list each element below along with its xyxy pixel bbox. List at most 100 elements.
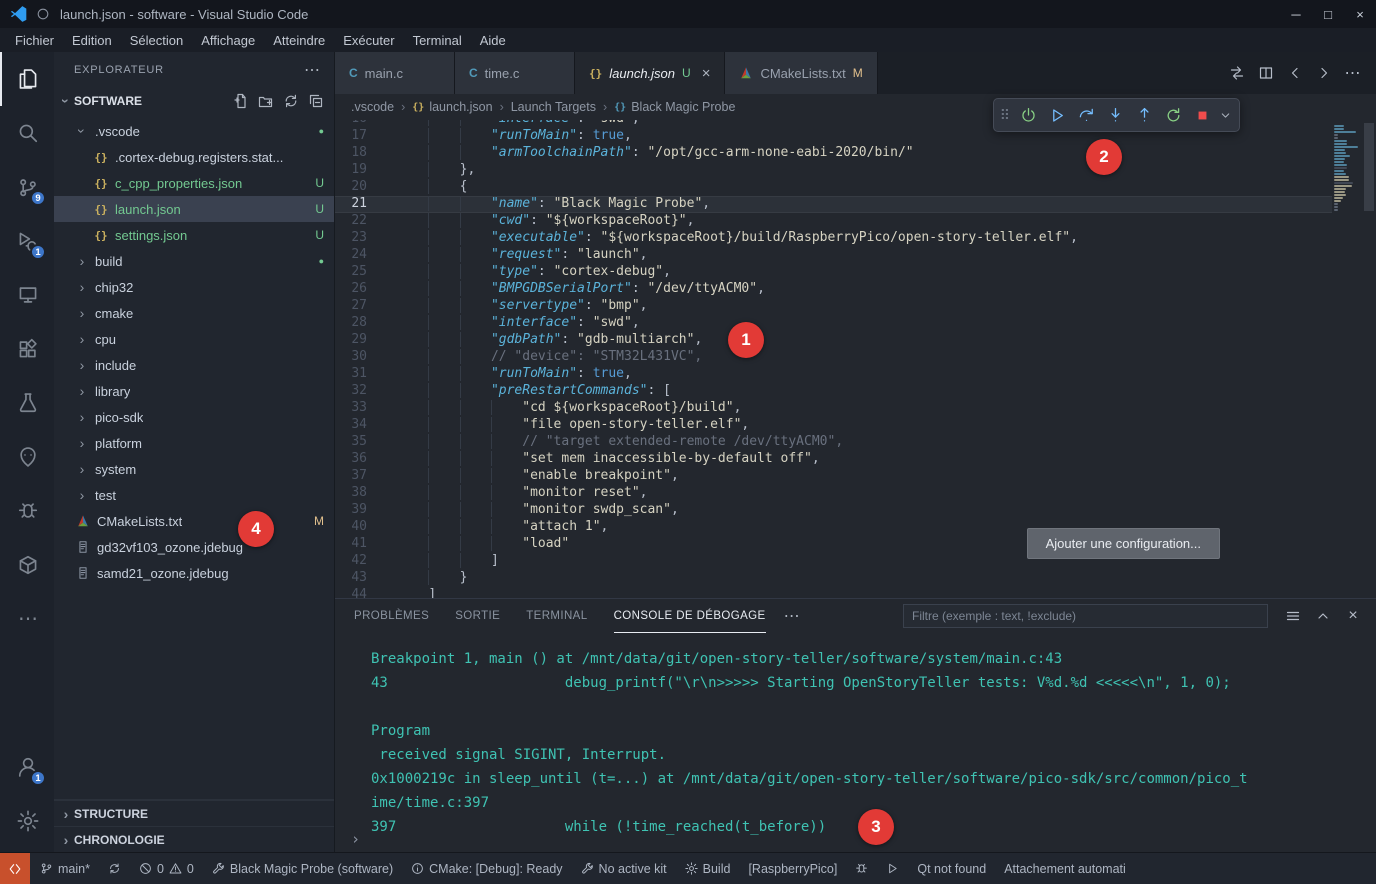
new-file-icon[interactable] xyxy=(233,93,249,109)
menu-fichier[interactable]: Fichier xyxy=(6,30,63,51)
menu-terminal[interactable]: Terminal xyxy=(404,30,471,51)
tree-item-pico-sdk[interactable]: ›pico-sdk xyxy=(54,404,334,430)
panel-tab-sortie[interactable]: SORTIE xyxy=(455,599,500,633)
status-no-active-kit[interactable]: No active kit xyxy=(581,862,667,876)
tree-item-cpu[interactable]: ›cpu xyxy=(54,326,334,352)
activity-alien[interactable] xyxy=(0,430,54,484)
editor[interactable]: 16 "interface": "swd",17 "runToMain": tr… xyxy=(335,120,1376,598)
status-0[interactable]: 00 xyxy=(139,862,194,876)
breadcrumb-launch-targets[interactable]: Launch Targets xyxy=(511,100,596,114)
breadcrumb-vscode[interactable]: .vscode xyxy=(351,100,394,114)
activity-bug[interactable] xyxy=(0,484,54,538)
navigate-forward-icon[interactable] xyxy=(1310,60,1337,87)
console-options-icon[interactable] xyxy=(1282,605,1304,627)
sidebar-more-icon[interactable]: ⋯ xyxy=(304,60,320,80)
activity-source-control[interactable]: 9 xyxy=(0,160,54,214)
tree-item-launch-json[interactable]: {}launch.jsonU xyxy=(54,196,334,222)
tab-time-c[interactable]: Ctime.c xyxy=(455,52,575,94)
tree-item-build[interactable]: ›build● xyxy=(54,248,334,274)
panel-tab-probl-mes[interactable]: PROBLÈMES xyxy=(354,599,429,633)
debug-step-out-button[interactable] xyxy=(1130,102,1159,128)
tree-item-cmakelists-txt[interactable]: CMakeLists.txtM xyxy=(54,508,334,534)
remote-indicator[interactable] xyxy=(0,853,30,884)
debug-step-over-button[interactable] xyxy=(1072,102,1101,128)
tree-item-include[interactable]: ›include xyxy=(54,352,334,378)
panel-tab-terminal[interactable]: TERMINAL xyxy=(526,599,587,633)
tree-item-test[interactable]: ›test xyxy=(54,482,334,508)
activity-search[interactable] xyxy=(0,106,54,160)
menu-ex-cuter[interactable]: Exécuter xyxy=(334,30,403,51)
debug-restart-button[interactable] xyxy=(1159,102,1188,128)
activity-remote-explorer[interactable] xyxy=(0,268,54,322)
panel-tab-console-de-d-bogage[interactable]: CONSOLE DE DÉBOGAGE xyxy=(614,599,766,633)
maximize-panel-icon[interactable] xyxy=(1312,605,1334,627)
tree-item-c-cpp-properties-json[interactable]: {}c_cpp_properties.jsonU xyxy=(54,170,334,196)
tree-item-samd21-ozone-jdebug[interactable]: samd21_ozone.jdebug xyxy=(54,560,334,586)
tree-item-vscode[interactable]: ›.vscode● xyxy=(54,118,334,144)
new-folder-icon[interactable] xyxy=(258,93,274,109)
activity-test-beaker[interactable] xyxy=(0,376,54,430)
menu-affichage[interactable]: Affichage xyxy=(192,30,264,51)
status-bug[interactable] xyxy=(855,862,868,875)
debug-filter-input[interactable] xyxy=(903,604,1268,628)
debug-stop-button[interactable] xyxy=(1188,102,1217,128)
status-play[interactable] xyxy=(886,862,899,875)
minimize-button[interactable]: ─ xyxy=(1280,0,1312,28)
debug-continue-button[interactable] xyxy=(1043,102,1072,128)
breadcrumb-launch-json[interactable]: {}launch.json xyxy=(412,100,492,114)
add-configuration-button[interactable]: Ajouter une configuration... xyxy=(1027,528,1220,559)
activity-extensions[interactable] xyxy=(0,322,54,376)
drag-handle-icon[interactable]: ⠿ xyxy=(1000,107,1010,124)
tree-item-platform[interactable]: ›platform xyxy=(54,430,334,456)
code-area[interactable]: 16 "interface": "swd",17 "runToMain": tr… xyxy=(335,120,1332,598)
split-editor-icon[interactable] xyxy=(1252,60,1279,87)
activity-account[interactable]: 1 xyxy=(0,740,54,794)
breadcrumb-black-magic-probe[interactable]: {}Black Magic Probe xyxy=(614,100,735,114)
status-cmake-debug-ready[interactable]: CMake: [Debug]: Ready xyxy=(411,862,562,876)
status-sync[interactable] xyxy=(108,862,121,875)
activity-more[interactable]: ⋯ xyxy=(0,592,54,646)
tree-item-library[interactable]: ›library xyxy=(54,378,334,404)
tree-item-chip32[interactable]: ›chip32 xyxy=(54,274,334,300)
collapse-all-icon[interactable] xyxy=(308,93,324,109)
minimap[interactable] xyxy=(1332,120,1362,598)
tab-main-c[interactable]: Cmain.c xyxy=(335,52,455,94)
section-chronologie[interactable]: › CHRONOLOGIE xyxy=(54,826,334,852)
debug-power-button[interactable] xyxy=(1014,102,1043,128)
refresh-icon[interactable] xyxy=(283,93,299,109)
status-build[interactable]: Build xyxy=(685,862,731,876)
menu-s-lection[interactable]: Sélection xyxy=(121,30,192,51)
more-actions-icon[interactable]: ⋯ xyxy=(1339,60,1366,87)
section-structure[interactable]: › STRUCTURE xyxy=(54,800,334,826)
tree-item-cortex-debug-registers-stat[interactable]: {}.cortex-debug.registers.stat... xyxy=(54,144,334,170)
debug-console[interactable]: Breakpoint 1, main () at /mnt/data/git/o… xyxy=(335,633,1376,852)
status-black-magic-probe-software[interactable]: Black Magic Probe (software) xyxy=(212,862,393,876)
chevron-down-icon[interactable] xyxy=(1219,109,1232,122)
activity-explorer[interactable] xyxy=(0,52,54,106)
panel-more-icon[interactable]: ⋯ xyxy=(784,606,800,626)
status-raspberrypico[interactable]: [RaspberryPico] xyxy=(748,862,837,876)
tree-item-system[interactable]: ›system xyxy=(54,456,334,482)
menu-atteindre[interactable]: Atteindre xyxy=(264,30,334,51)
status-qt-not-found[interactable]: Qt not found xyxy=(917,862,986,876)
menu-edition[interactable]: Edition xyxy=(63,30,121,51)
tab-launch-json[interactable]: {}launch.jsonU× xyxy=(575,52,725,94)
scrollbar-thumb[interactable] xyxy=(1364,123,1374,211)
menu-aide[interactable]: Aide xyxy=(471,30,515,51)
close-window-button[interactable]: × xyxy=(1344,0,1376,28)
section-software[interactable]: › SOFTWARE xyxy=(54,87,334,114)
activity-settings-gear[interactable] xyxy=(0,794,54,848)
tree-item-gd32vf103-ozone-jdebug[interactable]: gd32vf103_ozone.jdebug xyxy=(54,534,334,560)
status-main[interactable]: main* xyxy=(40,862,90,876)
compare-changes-icon[interactable] xyxy=(1223,60,1250,87)
close-panel-icon[interactable]: × xyxy=(1342,605,1364,627)
maximize-button[interactable]: □ xyxy=(1312,0,1344,28)
activity-run-debug[interactable]: 1 xyxy=(0,214,54,268)
status-attachement-automati[interactable]: Attachement automati xyxy=(1004,862,1126,876)
tree-item-cmake[interactable]: ›cmake xyxy=(54,300,334,326)
close-tab-icon[interactable]: × xyxy=(702,65,711,82)
activity-package[interactable] xyxy=(0,538,54,592)
navigate-back-icon[interactable] xyxy=(1281,60,1308,87)
tab-cmakelists-txt[interactable]: CMakeLists.txtM xyxy=(725,52,877,94)
tree-item-settings-json[interactable]: {}settings.jsonU xyxy=(54,222,334,248)
